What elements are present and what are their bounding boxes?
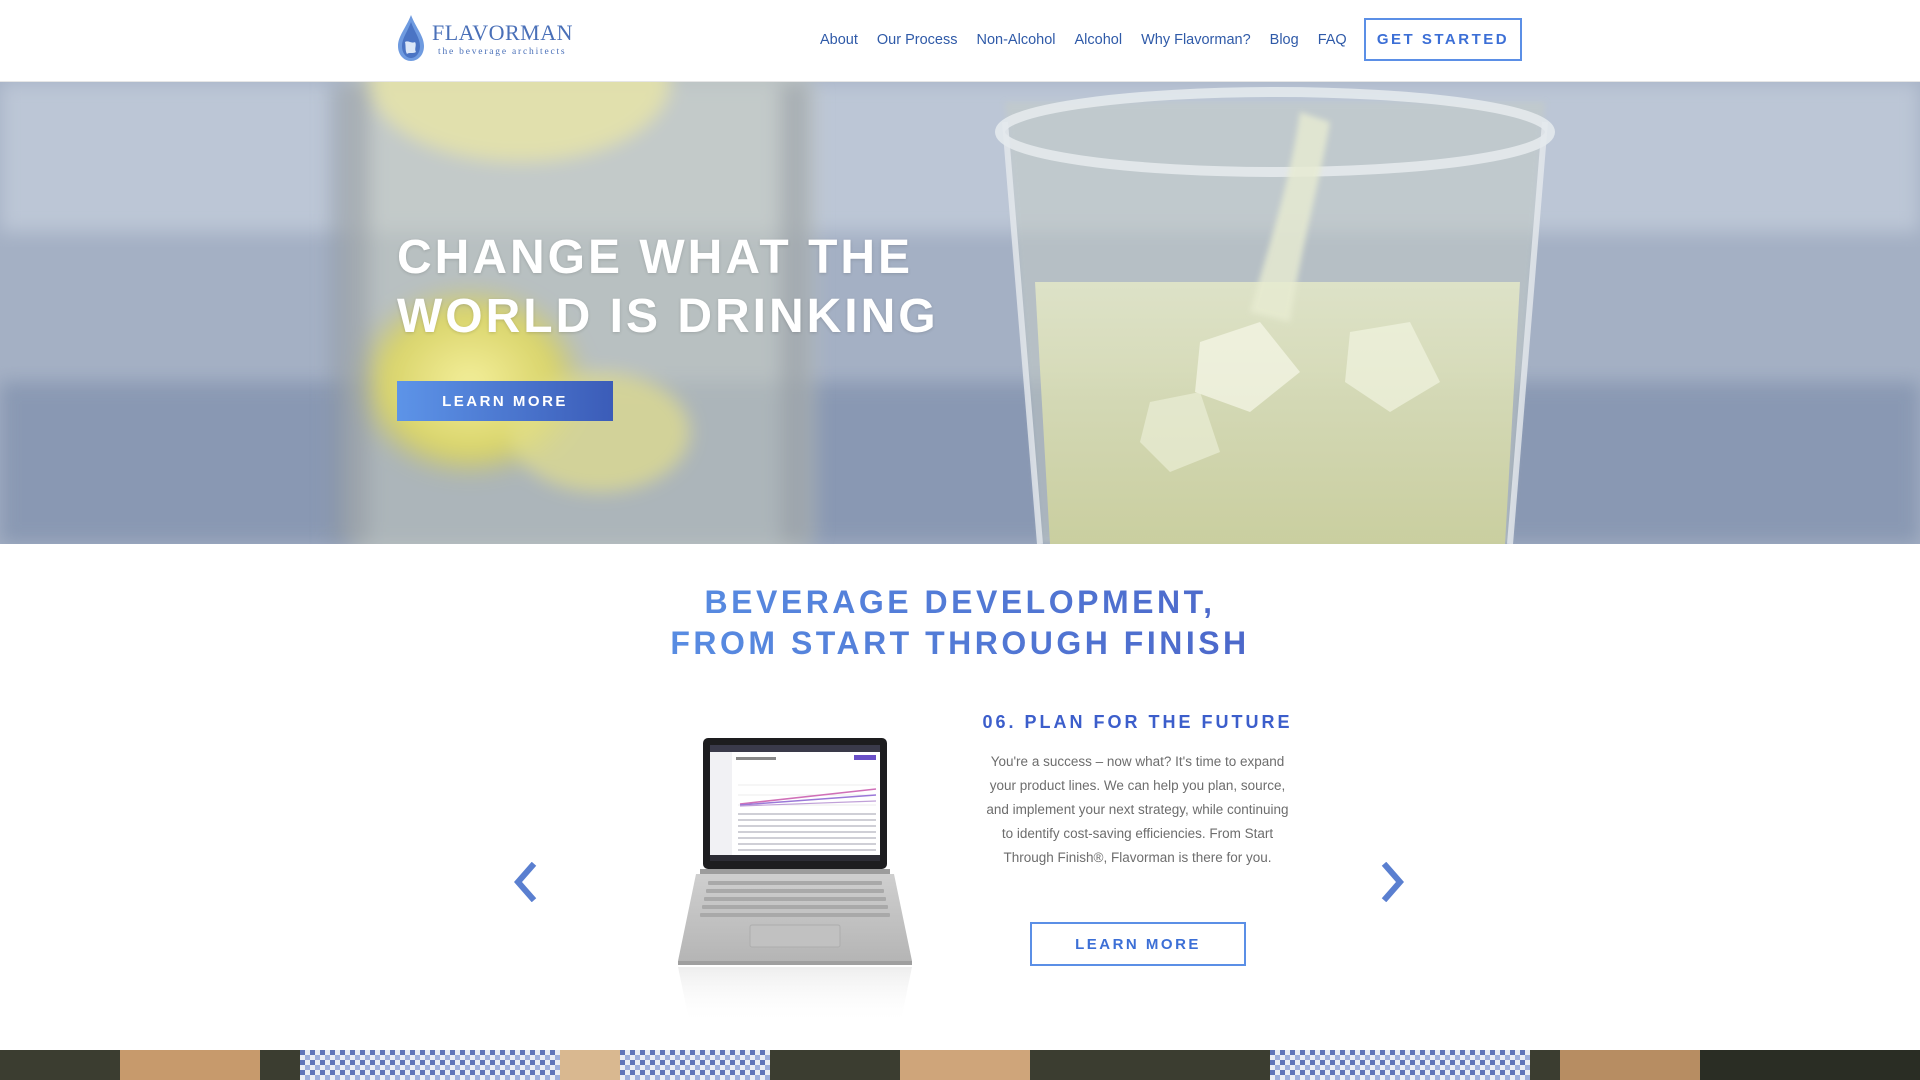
chevron-right-icon[interactable] — [1380, 862, 1408, 902]
next-section-image-strip — [0, 1050, 1920, 1080]
nav-about[interactable]: About — [820, 32, 858, 48]
hero-title: CHANGE WHAT THE WORLD IS DRINKING — [397, 228, 1017, 346]
section-title-line-1: BEVERAGE DEVELOPMENT, — [704, 584, 1216, 620]
nav-blog[interactable]: Blog — [1270, 32, 1299, 48]
step-title: 06. PLAN FOR THE FUTURE — [982, 712, 1293, 732]
hero-banner: CHANGE WHAT THE WORLD IS DRINKING LEARN … — [0, 82, 1920, 544]
laptop-image — [678, 738, 912, 1025]
water-drop-globe-icon — [398, 15, 424, 61]
people-photo-preview — [0, 1050, 1920, 1080]
chevron-left-icon[interactable] — [510, 862, 538, 902]
hero-title-line-2: WORLD IS DRINKING — [397, 290, 939, 343]
section-title: BEVERAGE DEVELOPMENT, FROM START THROUGH… — [0, 582, 1920, 664]
nav-non-alcohol[interactable]: Non-Alcohol — [977, 32, 1056, 48]
site-header: FLAVORMAN the beverage architects About … — [0, 0, 1920, 82]
step-learn-more-button[interactable]: LEARN MORE — [1030, 922, 1246, 966]
nav-why-flavorman[interactable]: Why Flavorman? — [1141, 32, 1251, 48]
flavorman-logo[interactable]: FLAVORMAN the beverage architects — [396, 14, 573, 64]
step-description: You're a success – now what? It's time t… — [986, 754, 1289, 865]
nav-our-process[interactable]: Our Process — [877, 32, 958, 48]
section-title-line-2: FROM START THROUGH FINISH — [670, 625, 1250, 661]
hero-learn-more-button[interactable]: LEARN MORE — [397, 381, 613, 421]
hero-title-line-1: CHANGE WHAT THE — [397, 231, 914, 284]
nav-faq[interactable]: FAQ — [1318, 32, 1347, 48]
main-nav: About Our Process Non-Alcohol Alcohol Wh… — [820, 0, 1347, 80]
logo-tagline: the beverage architects — [438, 47, 567, 57]
nav-alcohol[interactable]: Alcohol — [1075, 32, 1123, 48]
logo-wordmark: FLAVORMAN — [432, 20, 574, 45]
get-started-button[interactable]: GET STARTED — [1364, 18, 1522, 61]
